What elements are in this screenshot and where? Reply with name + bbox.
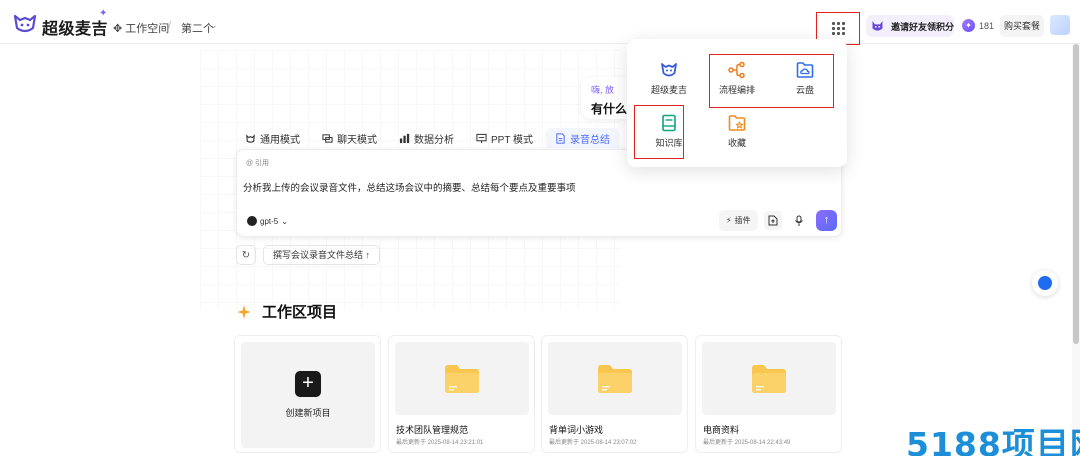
tab-label: 通用模式: [260, 134, 300, 146]
new-project-label: 创建新项目: [285, 408, 331, 418]
assistant-icon: [1038, 276, 1052, 290]
invite-label: 邀请好友领积分: [890, 21, 954, 32]
send-button[interactable]: ↑: [816, 210, 837, 231]
quote-button[interactable]: @ 引用: [246, 158, 269, 168]
app-item-workflow[interactable]: 流程编排: [707, 61, 767, 96]
model-label: gpt-5: [260, 216, 279, 226]
upload-file-icon: [768, 215, 778, 226]
greeting-title: 有什么: [591, 102, 628, 116]
tab-general[interactable]: 通用模式: [236, 128, 309, 148]
project-card[interactable]: 技术团队管理规范 最后更新于 2025-08-14 23:21:01: [388, 335, 535, 453]
tab-label: 聊天模式: [337, 134, 377, 146]
chevron-down-icon: ⌄: [281, 216, 288, 226]
app-label: 超级麦吉: [650, 85, 687, 95]
buy-plan-button[interactable]: 购买套餐: [1000, 15, 1044, 37]
mascot-icon: [872, 21, 883, 31]
model-selector[interactable]: gpt-5 ⌄: [247, 216, 288, 226]
app-label: 云盘: [795, 85, 814, 95]
arrow-up-icon: ↑: [823, 214, 830, 226]
folder-icon: [752, 364, 786, 393]
majee-logo-icon[interactable]: [12, 12, 38, 34]
folder-icon: [445, 364, 479, 393]
plugin-label: 插件: [734, 216, 751, 225]
breadcrumb-separator: /: [168, 20, 172, 32]
credit-icon: ✦: [962, 19, 975, 32]
project-updated: 最后更新于 2025-08-14 23:07:02: [549, 440, 637, 446]
workflow-icon: [728, 61, 745, 79]
scrollbar-thumb[interactable]: [1073, 44, 1079, 344]
project-name: 电商资料: [703, 425, 740, 435]
general-mode-icon: [246, 133, 255, 143]
app-item-favorites[interactable]: 收藏: [707, 114, 767, 149]
knowledge-base-icon: [662, 114, 676, 132]
project-updated: 最后更新于 2025-08-14 22:43:49: [703, 440, 791, 446]
new-project-card[interactable]: + 创建新项目: [234, 335, 381, 453]
project-thumbnail: [702, 342, 836, 415]
project-name: 背单词小游戏: [549, 425, 604, 435]
tab-audio-summary[interactable]: 录音总结: [546, 128, 620, 148]
project-card[interactable]: 电商资料 最后更新于 2025-08-14 22:43:49: [695, 335, 842, 453]
credits-display[interactable]: ✦ 181: [962, 19, 994, 32]
tab-label: 录音总结: [570, 134, 611, 146]
folder-icon: [598, 364, 632, 393]
app-item-majee[interactable]: 超级麦吉: [639, 61, 699, 96]
tab-ppt[interactable]: PPT 模式: [467, 128, 542, 148]
chart-icon: [399, 133, 410, 143]
scrollbar[interactable]: [1072, 44, 1080, 456]
prompt-input[interactable]: 分析我上传的会议录音文件，总结这场会议中的摘要、总结每个要点及重要事项: [243, 180, 576, 194]
ppt-icon: [476, 133, 487, 143]
suggestion-chip[interactable]: 撰写会议录音文件总结 ↑: [263, 245, 381, 265]
plus-icon: +: [295, 371, 321, 397]
workspace-switcher[interactable]: ✥ 工作空间: [113, 20, 169, 36]
plugin-button[interactable]: ⚡ 插件: [719, 210, 758, 231]
assistant-float-button[interactable]: [1032, 270, 1058, 296]
projects-header: 工作区项目: [236, 301, 337, 322]
mode-tabs: 通用模式 聊天模式 数据分析 PPT 模式 录音总结: [236, 128, 623, 148]
projects-title: 工作区项目: [262, 304, 338, 321]
project-name: 技术团队管理规范: [396, 425, 469, 435]
project-card[interactable]: 背单词小游戏 最后更新于 2025-08-14 23:07:02: [541, 335, 688, 453]
upload-file-button[interactable]: [764, 211, 782, 230]
top-bar: 超级麦吉 ✦ ✥ 工作空间 / 第二个 ⌄ 邀请好友领积分 ✦ 181 购买套餐: [0, 0, 1080, 45]
app-item-cloud-drive[interactable]: 云盘: [775, 61, 835, 96]
tab-data-analysis[interactable]: 数据分析: [390, 128, 463, 148]
app-item-knowledge-base[interactable]: 知识库: [639, 114, 699, 149]
microphone-button[interactable]: [790, 211, 808, 230]
plugin-icon: ⚡: [726, 216, 732, 225]
cloud-drive-icon: [796, 62, 814, 78]
avatar[interactable]: [1050, 15, 1070, 35]
tab-label: 数据分析: [414, 134, 454, 146]
app-label: 收藏: [727, 138, 746, 148]
refresh-icon: ↻: [241, 249, 251, 261]
invite-friends-button[interactable]: 邀请好友领积分: [866, 15, 954, 37]
new-project-area: + 创建新项目: [241, 342, 375, 448]
tab-chat[interactable]: 聊天模式: [313, 128, 386, 148]
app-label: 知识库: [655, 138, 683, 148]
workspace-label: 工作空间: [125, 23, 170, 35]
microphone-icon: [795, 215, 803, 226]
tab-label: PPT 模式: [491, 134, 534, 146]
sparkle-icon: [237, 304, 251, 319]
refresh-suggestions-button[interactable]: ↻: [236, 245, 256, 265]
majee-icon: [661, 63, 677, 77]
project-thumbnail: [395, 342, 529, 415]
chat-mode-icon: [322, 133, 333, 143]
app-label: 流程编排: [718, 85, 755, 95]
watermark: 5188项目网: [906, 425, 1080, 456]
chevron-down-icon[interactable]: ⌄: [210, 20, 218, 31]
brand-star-icon: ✦: [99, 8, 108, 19]
workspace-icon: ✥: [113, 22, 123, 35]
project-thumbnail: [548, 342, 682, 415]
openai-icon: [247, 216, 257, 226]
project-updated: 最后更新于 2025-08-14 23:21:01: [396, 440, 484, 446]
audio-summary-icon: [556, 132, 565, 144]
apps-menu-popover: 超级麦吉 流程编排 云盘 知识库 收藏: [627, 39, 847, 167]
favorites-icon: [728, 115, 746, 131]
greeting-small: 嗨, 放: [591, 85, 615, 95]
grid-icon: [831, 22, 845, 35]
credits-count: 181: [979, 20, 995, 31]
